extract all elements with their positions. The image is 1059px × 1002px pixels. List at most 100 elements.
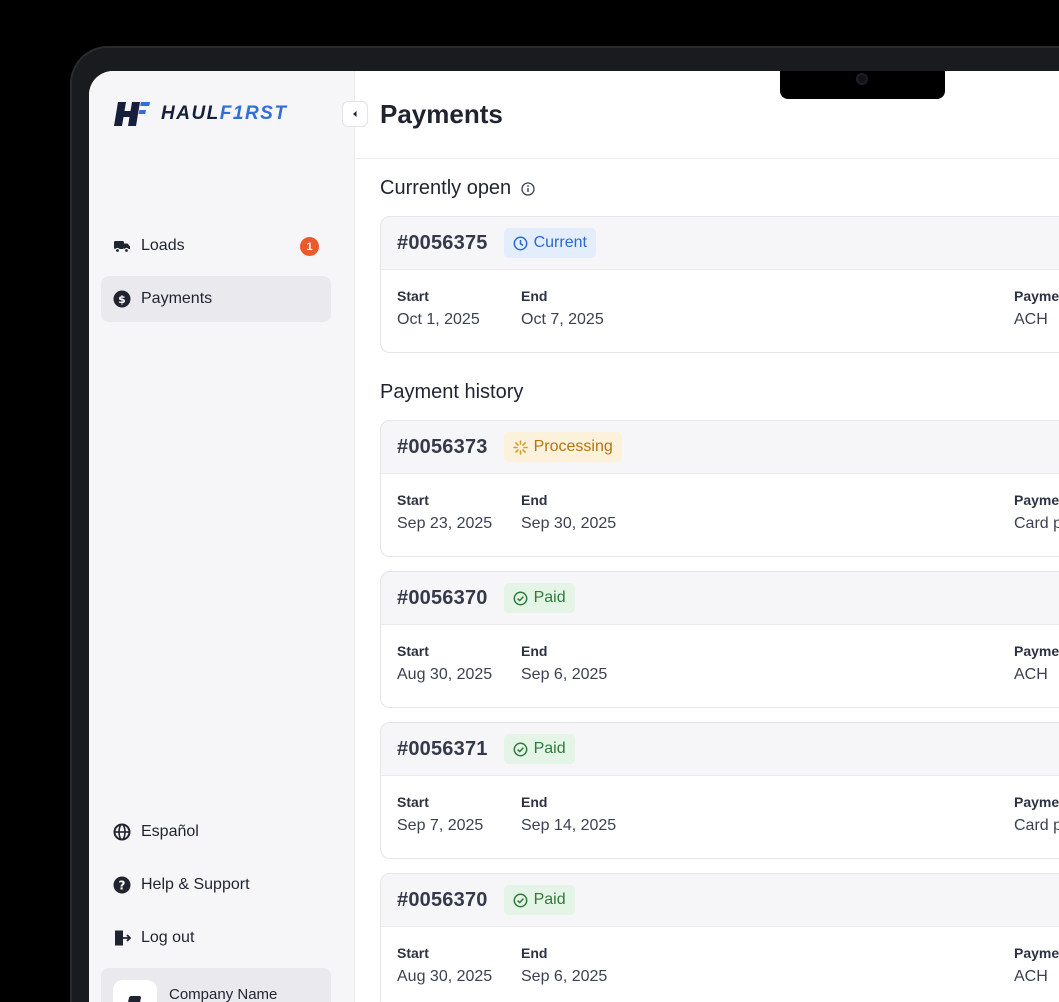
main-nav: Loads 1 $ Payments <box>101 223 331 329</box>
status-badge: Paid <box>503 734 575 764</box>
sidebar: HAULF1RST Loads 1 $ Payments Español ? H… <box>89 71 355 1002</box>
card-header: #0056370 Paid <box>381 572 1059 625</box>
end-value: Sep 6, 2025 <box>521 666 608 683</box>
payment-method-field: Payment method ACH <box>1014 643 1059 684</box>
payment-method-field: Payment method ACH <box>1014 945 1059 986</box>
payment-card[interactable]: #0056370 Paid Start Aug 30, 2025 End Sep 6… <box>380 571 1059 708</box>
sidebar-item-payments[interactable]: $ Payments <box>101 276 331 322</box>
sidebar-item-label: Log out <box>141 929 195 946</box>
end-label: End <box>521 492 548 508</box>
status-label: Processing <box>533 438 613 455</box>
start-field: Start Aug 30, 2025 <box>397 643 492 684</box>
haulfirst-logo-icon <box>114 102 150 126</box>
brand-logo[interactable]: HAULF1RST <box>113 99 287 129</box>
sidebar-footer: Español ? Help & Support Log out Company… <box>101 809 331 1002</box>
card-body: Start Aug 30, 2025 End Sep 6, 2025 Payment… <box>381 927 1059 1002</box>
payment-method-field: Payment method ACH <box>1014 288 1059 329</box>
payment-method-value: Card payment <box>1014 515 1059 532</box>
page-header: Payments <box>356 71 1059 159</box>
globe-icon <box>113 823 131 841</box>
check-circle-icon <box>513 742 528 756</box>
start-label: Start <box>397 288 429 304</box>
payment-method-label: Payment method <box>1014 492 1059 508</box>
svg-text:$: $ <box>118 293 126 306</box>
end-value: Oct 7, 2025 <box>521 311 604 328</box>
sidebar-item-language[interactable]: Español <box>101 809 331 855</box>
end-field: End Oct 7, 2025 <box>521 288 604 329</box>
chevron-left-icon <box>353 111 357 117</box>
status-badge: Paid <box>503 885 575 915</box>
brand-name: HAULF1RST <box>161 103 288 124</box>
sidebar-item-label: Español <box>141 823 199 840</box>
card-body: Start Oct 1, 2025 End Oct 7, 2025 Payment … <box>381 270 1059 352</box>
company-name: Company Name <box>169 986 278 1002</box>
start-value: Sep 7, 2025 <box>397 817 484 834</box>
status-label: Paid <box>533 891 566 908</box>
section-currently-open: Currently open <box>380 177 535 200</box>
payment-method-label: Payment method <box>1014 945 1059 961</box>
card-body: Start Sep 23, 2025 End Sep 30, 2025 Paymen… <box>381 474 1059 556</box>
status-label: Paid <box>533 589 566 606</box>
main-content: Payments Currently open #0056375 Current… <box>356 71 1059 1002</box>
payment-card[interactable]: #0056370 Paid Start Aug 30, 2025 End Sep 6… <box>380 873 1059 1002</box>
card-header: #0056373 Processing <box>381 421 1059 474</box>
loads-count-badge: 1 <box>300 237 319 256</box>
company-avatar <box>113 980 157 1002</box>
start-label: Start <box>397 945 429 961</box>
end-label: End <box>521 945 548 961</box>
sidebar-item-loads[interactable]: Loads 1 <box>101 223 331 269</box>
payment-card[interactable]: #0056373 Processing Start Sep 23, 2025 En… <box>380 420 1059 557</box>
svg-text:?: ? <box>119 879 126 893</box>
end-field: End Sep 30, 2025 <box>521 492 616 533</box>
end-field: End Sep 6, 2025 <box>521 945 607 986</box>
truck-icon <box>113 237 131 255</box>
start-label: Start <box>397 492 429 508</box>
payment-method-value: ACH <box>1014 311 1048 328</box>
payment-method-label: Payment method <box>1014 794 1059 810</box>
section-title: Payment history <box>380 381 524 403</box>
help-circle-icon: ? <box>113 876 131 894</box>
start-value: Oct 1, 2025 <box>397 311 480 328</box>
status-badge: Current <box>503 228 596 258</box>
info-icon[interactable] <box>521 181 535 196</box>
camera-icon <box>856 73 868 85</box>
start-field: Start Sep 23, 2025 <box>397 492 492 533</box>
end-field: End Sep 14, 2025 <box>521 794 616 835</box>
logout-icon <box>113 929 131 947</box>
payment-id: #0056373 <box>397 435 488 458</box>
payment-method-value: ACH <box>1014 666 1048 683</box>
start-value: Sep 23, 2025 <box>397 515 493 532</box>
end-value: Sep 14, 2025 <box>521 817 617 834</box>
start-field: Start Aug 30, 2025 <box>397 945 492 986</box>
payment-method-label: Payment method <box>1014 288 1059 304</box>
end-value: Sep 6, 2025 <box>521 968 608 985</box>
end-label: End <box>521 643 548 659</box>
collapse-sidebar-button[interactable] <box>342 101 368 127</box>
status-label: Current <box>533 234 587 251</box>
dollar-circle-icon: $ <box>113 290 131 308</box>
status-badge: Processing <box>503 432 622 462</box>
payment-card-current[interactable]: #0056375 Current Start Oct 1, 2025 End Oct… <box>380 216 1059 353</box>
sidebar-item-help[interactable]: ? Help & Support <box>101 862 331 908</box>
end-field: End Sep 6, 2025 <box>521 643 607 684</box>
card-body: Start Sep 7, 2025 End Sep 14, 2025 Payment… <box>381 776 1059 858</box>
payment-method-field: Payment method Card payment <box>1014 492 1059 533</box>
end-label: End <box>521 794 548 810</box>
payment-id: #0056371 <box>397 737 488 760</box>
sidebar-item-logout[interactable]: Log out <box>101 915 331 961</box>
clock-icon <box>513 236 528 250</box>
payment-method-field: Payment method Card payment <box>1014 794 1059 835</box>
status-label: Paid <box>533 740 566 757</box>
company-switcher[interactable]: Company Name <box>101 968 331 1002</box>
payment-id: #0056375 <box>397 231 488 254</box>
section-payment-history: Payment history <box>380 381 523 404</box>
card-body: Start Aug 30, 2025 End Sep 6, 2025 Payment… <box>381 625 1059 707</box>
sidebar-item-label: Help & Support <box>141 876 250 893</box>
payment-card[interactable]: #0056371 Paid Start Sep 7, 2025 End Sep 14… <box>380 722 1059 859</box>
payment-method-label: Payment method <box>1014 643 1059 659</box>
card-header: #0056370 Paid <box>381 874 1059 927</box>
app-screen: HAULF1RST Loads 1 $ Payments Español ? H… <box>89 71 1059 1002</box>
payment-id: #0056370 <box>397 586 488 609</box>
payment-method-value: Card payment <box>1014 817 1059 834</box>
start-field: Start Sep 7, 2025 <box>397 794 483 835</box>
